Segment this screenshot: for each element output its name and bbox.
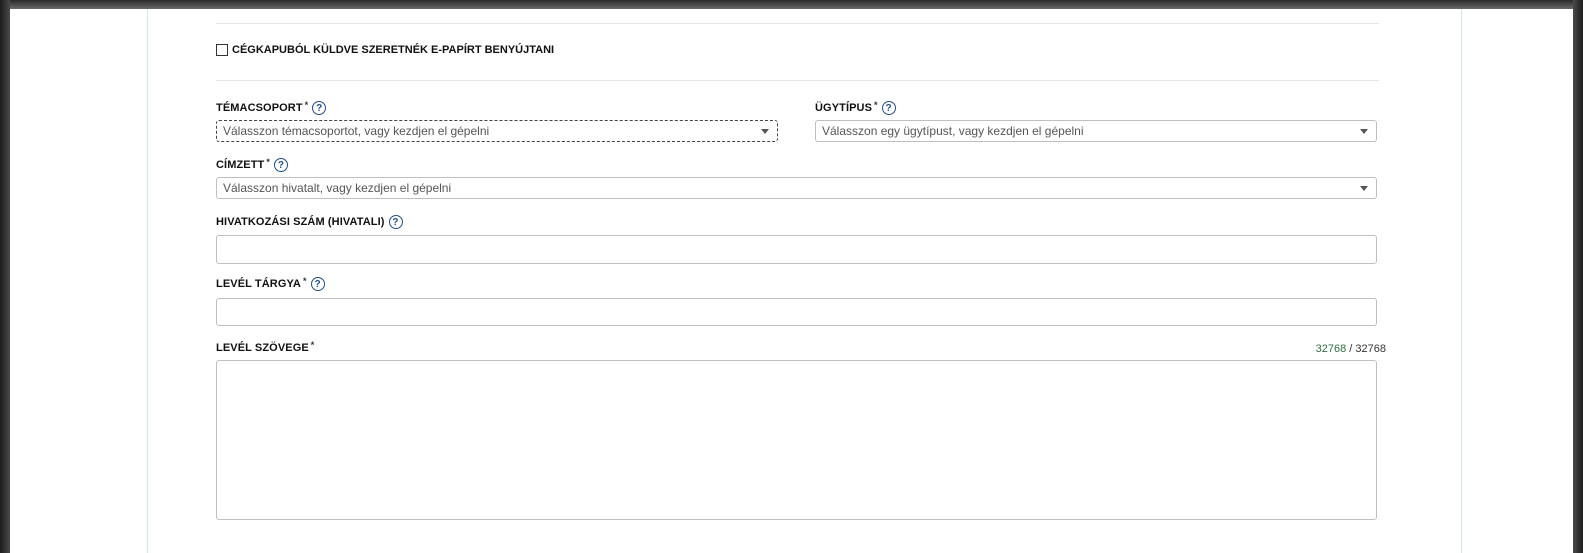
- temacsoport-placeholder: Válasszon témacsoportot, vagy kezdjen el…: [223, 124, 490, 138]
- help-icon[interactable]: ?: [312, 101, 327, 115]
- temacsoport-select[interactable]: Válasszon témacsoportot, vagy kezdjen el…: [216, 120, 778, 142]
- targy-input[interactable]: [216, 298, 1377, 326]
- window-frame-top: [0, 0, 1583, 9]
- szoveg-textarea[interactable]: [216, 360, 1377, 520]
- hivatkozasi-input[interactable]: [216, 235, 1377, 264]
- checkbox-icon[interactable]: [216, 44, 228, 56]
- help-icon[interactable]: ?: [310, 277, 325, 291]
- divider: [216, 23, 1379, 24]
- chevron-down-icon[interactable]: [761, 129, 769, 134]
- window-frame-right: [1573, 0, 1583, 553]
- window-frame-left: [0, 0, 10, 553]
- help-icon[interactable]: ?: [388, 215, 403, 229]
- szoveg-label: LEVÉL SZÖVEGE *: [216, 340, 315, 354]
- targy-label: LEVÉL TÁRGYA * ?: [216, 276, 325, 291]
- cimzett-placeholder: Válasszon hivatalt, vagy kezdjen el gépe…: [223, 181, 452, 195]
- e-papir-checkbox-row[interactable]: CÉGKAPUBÓL KÜLDVE SZERETNÉK E-PAPÍRT BEN…: [216, 44, 554, 56]
- character-counter: 32768 / 32768: [1315, 343, 1386, 355]
- help-icon[interactable]: ?: [273, 158, 288, 172]
- page: CÉGKAPUBÓL KÜLDVE SZERETNÉK E-PAPÍRT BEN…: [10, 9, 1573, 553]
- hivatkozasi-label: HIVATKOZÁSI SZÁM (HIVATALI) ?: [216, 215, 403, 229]
- cimzett-select[interactable]: Válasszon hivatalt, vagy kezdjen el gépe…: [216, 177, 1377, 199]
- help-icon[interactable]: ?: [881, 101, 896, 115]
- checkbox-label[interactable]: CÉGKAPUBÓL KÜLDVE SZERETNÉK E-PAPÍRT BEN…: [232, 44, 554, 56]
- temacsoport-label: TÉMACSOPORT * ?: [216, 100, 327, 115]
- chevron-down-icon[interactable]: [1360, 129, 1368, 134]
- cimzett-label: CÍMZETT * ?: [216, 157, 288, 172]
- form-card: CÉGKAPUBÓL KÜLDVE SZERETNÉK E-PAPÍRT BEN…: [147, 9, 1462, 553]
- chevron-down-icon[interactable]: [1360, 186, 1368, 191]
- ugytipus-placeholder: Válasszon egy ügytípust, vagy kezdjen el…: [822, 124, 1084, 138]
- ugytipus-label: ÜGYTÍPUS * ?: [815, 100, 896, 115]
- divider: [216, 80, 1379, 81]
- ugytipus-select[interactable]: Válasszon egy ügytípust, vagy kezdjen el…: [815, 120, 1377, 142]
